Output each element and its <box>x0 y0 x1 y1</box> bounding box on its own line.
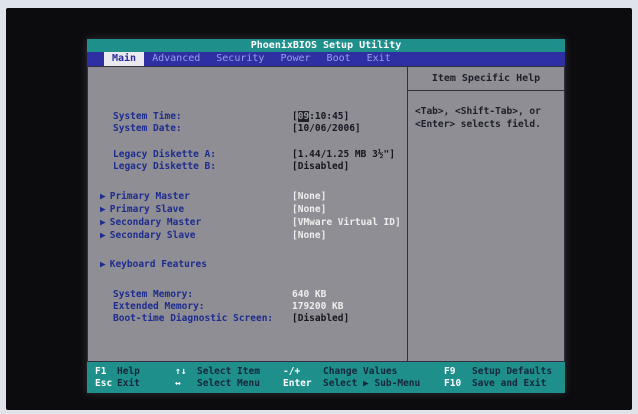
system-time-open-bracket: [ <box>292 111 298 122</box>
submenu-arrow-icon: ▶ <box>100 204 106 215</box>
secondary-slave-value: [None] <box>292 230 327 241</box>
secondary-master-label: Secondary Master <box>109 217 202 228</box>
diskette-a-field[interactable]: [1.44/1.25 MB 3½"] <box>292 149 395 161</box>
primary-master-item[interactable]: ▶ Primary Master <box>100 191 190 203</box>
boot-diag-field[interactable]: [Disabled] <box>292 313 349 325</box>
enter-desc: Select ▶ Sub-Menu <box>323 378 421 389</box>
menu-bar: Main Advanced Security Power Boot Exit <box>87 52 565 66</box>
bios-title: PhoenixBIOS Setup Utility <box>87 39 565 52</box>
system-time-label: System Time: <box>113 111 182 122</box>
tab-main[interactable]: Main <box>104 52 145 66</box>
keyboard-features-label: Keyboard Features <box>109 259 207 270</box>
submenu-arrow-icon: ▶ <box>100 191 106 202</box>
system-memory-value: 640 KB <box>292 289 327 300</box>
system-date-field[interactable]: [10/06/2006] <box>292 123 361 135</box>
system-time-field[interactable]: [09:10:45] <box>292 111 349 123</box>
monitor-bezel: PhoenixBIOS Setup Utility Main Advanced … <box>6 8 632 410</box>
bios-screen: PhoenixBIOS Setup Utility Main Advanced … <box>87 39 565 393</box>
f9-key[interactable]: F9 <box>444 366 455 378</box>
plusminus-desc: Change Values <box>323 366 398 377</box>
f10-desc: Save and Exit <box>472 378 547 389</box>
primary-slave-label: Primary Slave <box>109 204 185 215</box>
diskette-b-label: Legacy Diskette B: <box>113 161 216 172</box>
photo-frame: PhoenixBIOS Setup Utility Main Advanced … <box>0 0 638 414</box>
primary-master-value: [None] <box>292 191 327 202</box>
system-date-label: System Date: <box>113 123 182 134</box>
secondary-slave-label: Secondary Slave <box>109 230 196 241</box>
system-time-rest: :10:45] <box>309 111 350 122</box>
help-panel: Item Specific Help <Tab>, <Shift-Tab>, o… <box>407 66 565 362</box>
tab-exit[interactable]: Exit <box>359 52 399 66</box>
footer-keys: F1 Help ↑↓ Select Item -/+ Change Values… <box>87 362 565 393</box>
updown-key[interactable]: ↑↓ <box>175 366 186 378</box>
keyboard-features-item[interactable]: ▶ Keyboard Features <box>100 259 207 271</box>
diskette-b-field[interactable]: [Disabled] <box>292 161 349 173</box>
main-settings-panel: System Time: [09:10:45] System Date: [10… <box>87 66 407 362</box>
submenu-arrow-icon: ▶ <box>100 217 106 228</box>
plusminus-key[interactable]: -/+ <box>283 366 300 378</box>
help-text: <Tab>, <Shift-Tab>, or <Enter> selects f… <box>415 105 561 131</box>
system-time-hour-cursor[interactable]: 09 <box>297 111 310 122</box>
extended-memory-label: Extended Memory: <box>113 301 205 312</box>
updown-desc: Select Item <box>197 366 260 377</box>
secondary-master-item[interactable]: ▶ Secondary Master <box>100 217 201 229</box>
submenu-arrow-icon: ▶ <box>100 259 106 270</box>
help-title: Item Specific Help <box>408 67 564 91</box>
help-line-1: <Tab>, <Shift-Tab>, or <box>415 106 541 117</box>
primary-slave-item[interactable]: ▶ Primary Slave <box>100 204 184 216</box>
f9-desc: Setup Defaults <box>472 366 553 377</box>
tab-advanced[interactable]: Advanced <box>144 52 208 66</box>
tab-security[interactable]: Security <box>208 52 272 66</box>
submenu-arrow-icon: ▶ <box>100 230 106 241</box>
esc-key[interactable]: Esc <box>95 378 112 390</box>
secondary-master-value: [VMware Virtual ID] <box>292 217 401 228</box>
f1-key[interactable]: F1 <box>95 366 106 378</box>
tab-boot[interactable]: Boot <box>319 52 359 66</box>
leftright-key[interactable]: ↔ <box>175 378 181 390</box>
primary-master-label: Primary Master <box>109 191 190 202</box>
tab-power[interactable]: Power <box>272 52 318 66</box>
f10-key[interactable]: F10 <box>444 378 461 390</box>
enter-key[interactable]: Enter <box>283 378 312 390</box>
primary-slave-value: [None] <box>292 204 327 215</box>
extended-memory-value: 179200 KB <box>292 301 344 312</box>
secondary-slave-item[interactable]: ▶ Secondary Slave <box>100 230 196 242</box>
diskette-a-label: Legacy Diskette A: <box>113 149 216 160</box>
leftright-desc: Select Menu <box>197 378 260 389</box>
boot-diag-label: Boot-time Diagnostic Screen: <box>113 313 274 324</box>
help-line-2: <Enter> selects field. <box>415 119 541 130</box>
system-memory-label: System Memory: <box>113 289 194 300</box>
esc-desc: Exit <box>117 378 140 389</box>
f1-desc: Help <box>117 366 140 377</box>
